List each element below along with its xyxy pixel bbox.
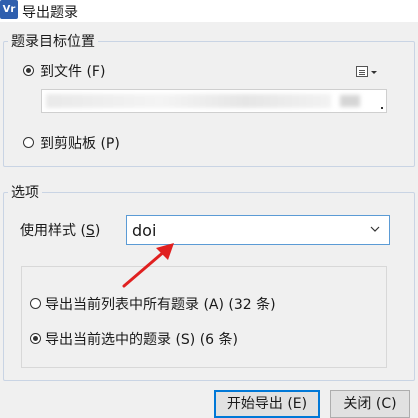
- style-label: 使用样式 (S): [20, 223, 101, 239]
- options-legend: 选项: [8, 182, 42, 202]
- export-scope-box: [21, 266, 387, 368]
- export-all-label[interactable]: 导出当前列表中所有题录 (A) (32 条): [45, 294, 276, 314]
- window-title: 导出题录: [22, 5, 78, 21]
- to-clipboard-radio[interactable]: [23, 137, 34, 148]
- document-format-icon[interactable]: [356, 66, 368, 77]
- close-button[interactable]: 关闭 (C): [330, 390, 410, 418]
- export-selected-label[interactable]: 导出当前选中的题录 (S) (6 条): [45, 329, 238, 349]
- start-export-button[interactable]: 开始导出 (E): [214, 390, 320, 418]
- to-file-radio[interactable]: [23, 65, 34, 76]
- path-dot: [381, 107, 383, 109]
- redacted-path-part: [340, 95, 360, 107]
- annotation-arrow: [122, 243, 174, 288]
- target-location-legend: 题录目标位置: [8, 31, 98, 51]
- chevron-down-icon: [370, 226, 380, 232]
- to-clipboard-label[interactable]: 到剪贴板 (P): [40, 133, 120, 153]
- chevron-down-icon[interactable]: [371, 71, 377, 74]
- title-bar: Vr 导出题录: [0, 0, 418, 22]
- to-file-label[interactable]: 到文件 (F): [40, 61, 105, 81]
- file-path-input[interactable]: [41, 89, 387, 113]
- redacted-path: [46, 94, 331, 108]
- export-selected-radio[interactable]: [30, 333, 41, 344]
- export-all-radio[interactable]: [30, 298, 41, 309]
- app-icon: Vr: [0, 0, 18, 19]
